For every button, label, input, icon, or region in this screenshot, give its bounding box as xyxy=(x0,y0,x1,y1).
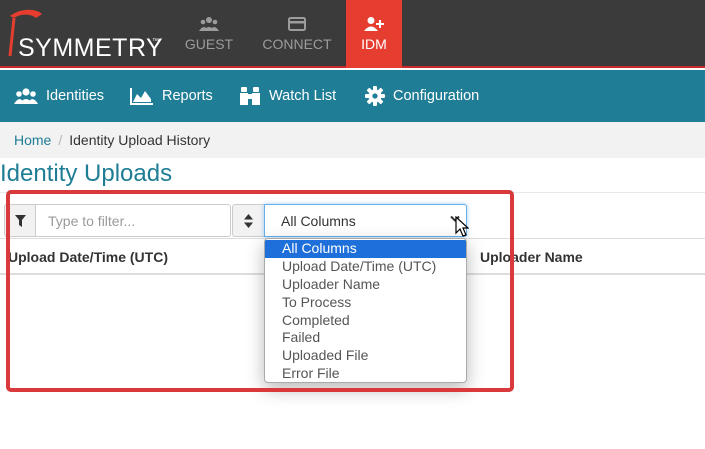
users-icon xyxy=(199,17,219,31)
title-divider xyxy=(0,192,705,193)
add-user-icon xyxy=(364,17,384,31)
sort-icon xyxy=(244,213,253,228)
dropdown-option-all-columns[interactable]: All Columns xyxy=(265,240,466,258)
column-select[interactable]: All Columns xyxy=(264,204,467,237)
tab-guest-label: GUEST xyxy=(184,36,234,52)
dropdown-option-upload-date[interactable]: Upload Date/Time (UTC) xyxy=(265,258,466,276)
dropdown-option-failed[interactable]: Failed xyxy=(265,329,466,347)
logo-trademark: ™ xyxy=(152,38,159,45)
dropdown-option-error-file[interactable]: Error File xyxy=(265,365,466,382)
binoculars-icon xyxy=(240,87,260,105)
filter-input[interactable] xyxy=(35,204,231,237)
dropdown-option-uploader-name[interactable]: Uploader Name xyxy=(265,276,466,294)
nav-reports[interactable]: Reports xyxy=(130,70,213,122)
column-select-value: All Columns xyxy=(281,212,356,229)
dropdown-option-uploaded-file[interactable]: Uploaded File xyxy=(265,347,466,365)
filter-icon xyxy=(15,214,26,227)
nav-watch-list-label: Watch List xyxy=(269,88,337,104)
breadcrumb-current: Identity Upload History xyxy=(69,132,211,148)
column-header-uploader-name[interactable]: Uploader Name xyxy=(480,249,583,265)
top-bar: SYMMETRY ™ GUEST CONNECT IDM xyxy=(0,0,705,68)
tab-guest[interactable]: GUEST xyxy=(180,0,238,68)
logo-text: SYMMETRY xyxy=(18,34,164,62)
card-icon xyxy=(288,17,306,31)
breadcrumb-separator: / xyxy=(58,132,63,148)
dropdown-option-to-process[interactable]: To Process xyxy=(265,294,466,312)
sort-addon xyxy=(232,204,264,237)
tab-idm[interactable]: IDM xyxy=(346,0,402,68)
dropdown-option-completed[interactable]: Completed xyxy=(265,312,466,330)
nav-identities-label: Identities xyxy=(46,88,105,104)
nav-configuration-label: Configuration xyxy=(393,88,480,104)
symmetry-logo[interactable]: SYMMETRY ™ xyxy=(0,0,170,68)
filter-addon xyxy=(4,204,36,237)
nav-reports-label: Reports xyxy=(162,88,213,104)
tab-connect[interactable]: CONNECT xyxy=(258,0,336,68)
mouse-pointer-icon xyxy=(455,216,469,237)
page-title: Identity Uploads xyxy=(0,160,173,187)
gear-icon xyxy=(365,86,385,106)
main-nav: Identities Reports Watch List Configurat… xyxy=(0,70,705,122)
area-chart-icon xyxy=(130,88,153,105)
column-header-upload-date[interactable]: Upload Date/Time (UTC) xyxy=(8,249,168,265)
users-icon xyxy=(14,88,38,104)
column-select-dropdown: All Columns Upload Date/Time (UTC) Uploa… xyxy=(264,238,467,383)
nav-identities[interactable]: Identities xyxy=(14,70,104,122)
nav-watch-list[interactable]: Watch List xyxy=(239,70,336,122)
breadcrumb-home-link[interactable]: Home xyxy=(14,132,51,148)
breadcrumb: Home / Identity Upload History xyxy=(0,122,705,158)
tab-connect-label: CONNECT xyxy=(262,36,332,52)
nav-configuration[interactable]: Configuration xyxy=(365,70,479,122)
tab-idm-label: IDM xyxy=(361,36,387,52)
